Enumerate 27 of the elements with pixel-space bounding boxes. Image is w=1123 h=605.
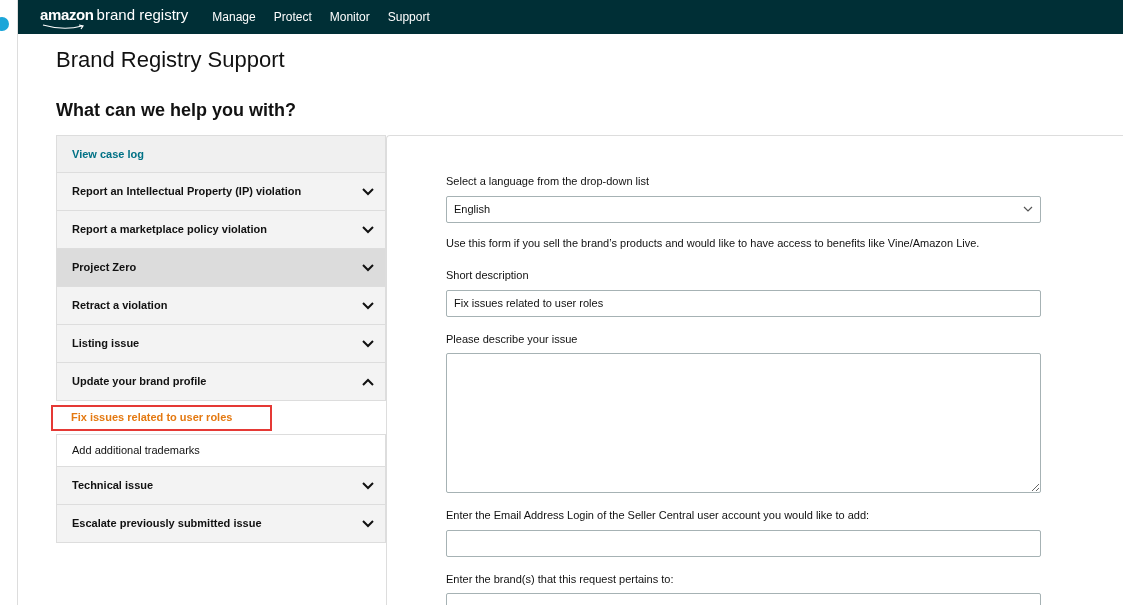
field-label: Enter the Email Address Login of the Seller Central user account you would like to add: bbox=[446, 508, 871, 523]
text-input[interactable]: Fix issues related to user roles bbox=[446, 289, 1041, 317]
accordion-header[interactable]: Project Zero bbox=[56, 249, 386, 287]
field-label: Select a language from the drop-down list bbox=[446, 174, 650, 189]
brand-logo[interactable]: amazon brand registry bbox=[40, 4, 189, 30]
page-title: Brand Registry Support bbox=[56, 46, 286, 74]
chevron-down-icon bbox=[1023, 206, 1033, 212]
sub-item-link[interactable]: Add additional trademarks bbox=[56, 434, 386, 467]
form-note: Use this form if you sell the brand’s products and would like to have access to benefits like Vine/Amazon Live. bbox=[446, 235, 981, 251]
accordion-header[interactable]: Update your brand profile bbox=[56, 363, 386, 401]
accordion-header[interactable]: Escalate previously submitted issue bbox=[56, 505, 386, 543]
text-input[interactable] bbox=[446, 529, 1041, 557]
accordion-header[interactable]: Technical issue bbox=[56, 467, 386, 505]
accordion-header[interactable]: Retract a violation bbox=[56, 287, 386, 325]
nav-link[interactable]: Support bbox=[387, 8, 430, 26]
field-label: Please describe your issue bbox=[446, 331, 579, 347]
view-case-log-link[interactable]: View case log bbox=[72, 145, 144, 163]
accordion-header[interactable]: Report a marketplace policy violation bbox=[56, 211, 386, 249]
language-select[interactable]: English bbox=[446, 195, 1041, 223]
field-label: Enter the brand(s) that this request pertains to: bbox=[446, 571, 675, 587]
nav-link[interactable]: Protect bbox=[273, 8, 312, 26]
nav-link[interactable]: Monitor bbox=[329, 8, 370, 26]
accordion-header[interactable]: Listing issue bbox=[56, 325, 386, 363]
section-heading: What can we help you with? bbox=[56, 99, 297, 122]
nav-link[interactable]: Manage bbox=[212, 8, 256, 26]
accordion-header[interactable]: Report an Intellectual Property (IP) violation bbox=[56, 173, 386, 211]
field-label: Short description bbox=[446, 268, 530, 283]
